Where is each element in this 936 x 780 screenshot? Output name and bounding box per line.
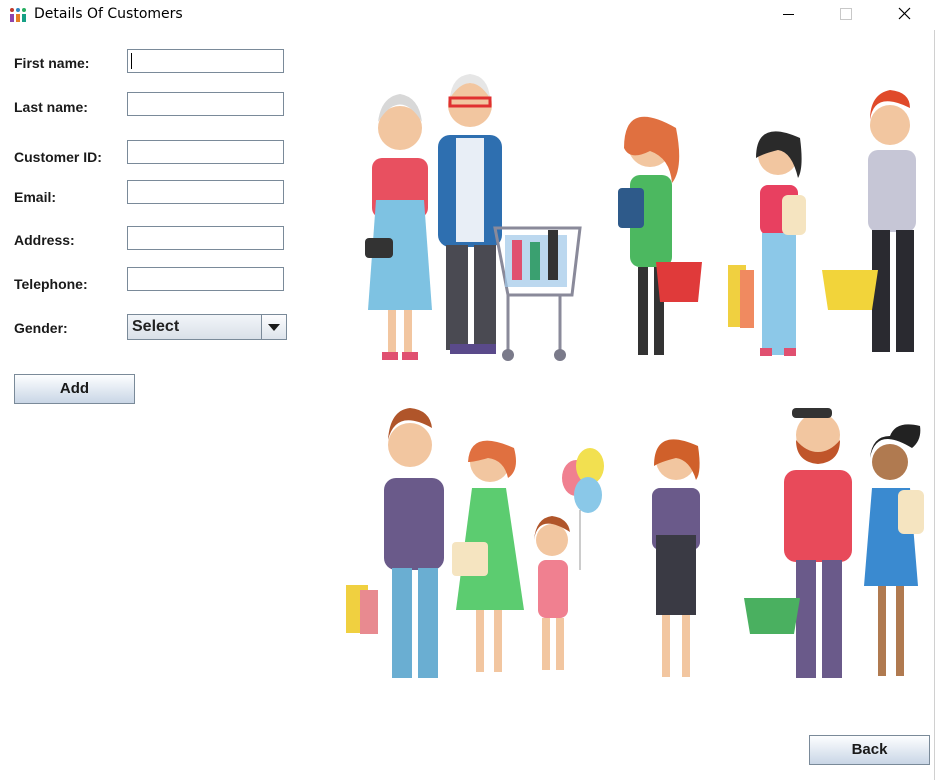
app-icon bbox=[10, 8, 26, 22]
man-with-basket-figure bbox=[822, 90, 916, 352]
email-field[interactable] bbox=[127, 180, 284, 204]
customer-form-panel: First name: Last name: Customer ID: Emai… bbox=[0, 30, 935, 780]
first-name-label: First name: bbox=[14, 55, 90, 71]
close-icon[interactable] bbox=[881, 0, 927, 30]
first-name-field[interactable] bbox=[127, 49, 284, 73]
saleswoman-figure bbox=[652, 439, 700, 677]
last-name-label: Last name: bbox=[14, 99, 88, 115]
gender-select[interactable]: Select bbox=[127, 314, 287, 340]
customer-id-field[interactable] bbox=[127, 140, 284, 164]
email-label: Email: bbox=[14, 189, 57, 205]
maximize-icon[interactable] bbox=[822, 0, 868, 30]
woman-with-glasses-figure bbox=[618, 116, 702, 355]
gender-selected-value: Select bbox=[132, 318, 180, 335]
minimize-icon[interactable] bbox=[765, 0, 811, 30]
shopping-cart-figure bbox=[493, 226, 582, 361]
gender-label: Gender: bbox=[14, 320, 68, 336]
address-label: Address: bbox=[14, 232, 75, 248]
father-figure bbox=[346, 408, 444, 678]
back-button[interactable]: Back bbox=[809, 735, 930, 765]
last-name-field[interactable] bbox=[127, 92, 284, 116]
elderly-woman-figure bbox=[365, 94, 432, 360]
woman-with-baby-figure bbox=[728, 131, 806, 356]
bearded-man-figure bbox=[744, 408, 852, 678]
elderly-man-figure bbox=[438, 74, 502, 354]
customer-id-label: Customer ID: bbox=[14, 149, 102, 165]
child-with-balloons-figure bbox=[534, 448, 604, 670]
woman-with-flowers-figure bbox=[864, 424, 924, 676]
telephone-field[interactable] bbox=[127, 267, 284, 291]
add-button[interactable]: Add bbox=[14, 374, 135, 404]
text-cursor bbox=[131, 53, 132, 69]
address-field[interactable] bbox=[127, 226, 284, 250]
mother-figure bbox=[452, 440, 524, 672]
chevron-down-icon bbox=[268, 324, 280, 331]
gender-dropdown-button[interactable] bbox=[261, 315, 286, 339]
window-title: Details Of Customers bbox=[34, 6, 183, 22]
shoppers-illustration bbox=[346, 74, 924, 678]
title-bar: Details Of Customers bbox=[0, 0, 936, 30]
telephone-label: Telephone: bbox=[14, 276, 88, 292]
